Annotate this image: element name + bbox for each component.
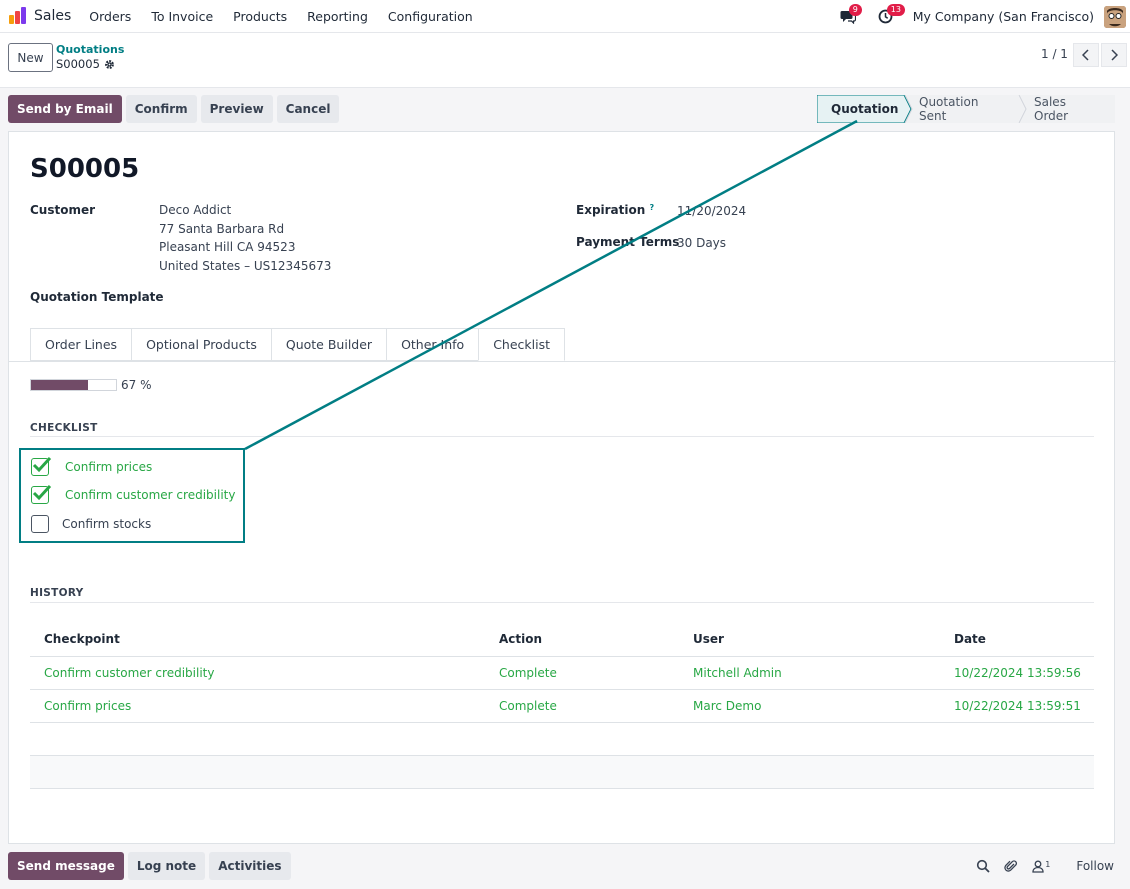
messages-badge: 9 — [848, 3, 862, 16]
history-divider — [30, 602, 1094, 603]
pager-next-button[interactable] — [1101, 43, 1127, 67]
history-header-row: Checkpoint Action User Date — [30, 622, 1094, 657]
cell-user: Marc Demo — [679, 689, 940, 723]
expiration-label: Expiration ? — [576, 203, 654, 217]
followers-button[interactable]: 1 — [1032, 860, 1050, 873]
activities-badge: 13 — [886, 3, 905, 16]
progress-text: 67 % — [121, 378, 152, 392]
customer-name: Deco Addict — [159, 203, 232, 217]
chevron-left-icon — [1082, 49, 1089, 61]
column-action[interactable]: Action — [485, 622, 679, 657]
new-button[interactable]: New — [8, 43, 53, 72]
cell-checkpoint: Confirm customer credibility — [30, 656, 485, 690]
top-navbar: Sales Orders To Invoice Products Reporti… — [0, 0, 1130, 33]
cell-user: Mitchell Admin — [679, 656, 940, 690]
send-message-button[interactable]: Send message — [8, 852, 124, 880]
customer-city: Pleasant Hill CA 94523 — [159, 240, 296, 255]
activities-button[interactable]: 13 — [875, 3, 905, 28]
cancel-button[interactable]: Cancel — [276, 95, 340, 123]
column-checkpoint[interactable]: Checkpoint — [30, 622, 485, 657]
breadcrumb-current-label: S00005 — [56, 57, 100, 71]
table-row[interactable]: Confirm prices Complete Marc Demo 10/22/… — [30, 689, 1094, 723]
chatter-buttons: Send message Log note Activities — [8, 852, 291, 880]
expiration-label-text: Expiration — [576, 203, 646, 217]
nav-reporting[interactable]: Reporting — [307, 9, 368, 24]
app-name[interactable]: Sales — [34, 8, 71, 24]
column-user[interactable]: User — [679, 622, 940, 657]
table-row[interactable]: Confirm customer credibility Complete Mi… — [30, 656, 1094, 690]
customer-street: 77 Santa Barbara Rd — [159, 221, 285, 236]
send-by-email-button[interactable]: Send by Email — [8, 95, 122, 123]
customer-country: United States – US12345673 — [159, 258, 332, 273]
chevron-right-icon — [1111, 49, 1118, 61]
history-table: Checkpoint Action User Date Confirm cust… — [30, 622, 1094, 789]
column-date[interactable]: Date — [940, 622, 1094, 657]
empty-row — [30, 722, 1094, 756]
cell-checkpoint: Confirm prices — [30, 689, 485, 723]
checklist-progress-bar — [30, 379, 117, 391]
user-avatar[interactable] — [1104, 5, 1126, 28]
cell-date: 10/22/2024 13:59:56 — [940, 656, 1094, 690]
checklist-divider — [30, 436, 1094, 437]
messages-button[interactable]: 9 — [837, 3, 862, 28]
nav-products[interactable]: Products — [233, 9, 287, 24]
pager-previous-button[interactable] — [1073, 43, 1099, 67]
tab-quote-builder[interactable]: Quote Builder — [270, 328, 387, 361]
quotation-template-label: Quotation Template — [30, 290, 164, 304]
preview-button[interactable]: Preview — [200, 95, 273, 123]
tab-checklist[interactable]: Checklist — [478, 328, 565, 361]
log-note-button[interactable]: Log note — [127, 852, 206, 880]
customer-field[interactable]: Deco Addict 77 Santa Barbara Rd Pleasant… — [159, 201, 331, 275]
nav-orders[interactable]: Orders — [89, 9, 131, 24]
stage-sales-order[interactable]: Sales Order — [1034, 95, 1068, 123]
tab-other-info[interactable]: Other Info — [386, 328, 479, 361]
empty-row — [30, 755, 1094, 789]
breadcrumb-current: S00005 — [56, 57, 115, 71]
gear-icon[interactable] — [104, 59, 115, 70]
control-panel: New Quotations S00005 1 / 1 — [0, 33, 1130, 88]
cell-action: Complete — [485, 689, 679, 723]
sales-app-icon[interactable] — [8, 6, 28, 26]
action-buttons: Send by Email Confirm Preview Cancel — [8, 95, 340, 123]
help-icon[interactable]: ? — [649, 203, 654, 212]
nav-to-invoice[interactable]: To Invoice — [151, 9, 213, 24]
tab-order-lines[interactable]: Order Lines — [30, 328, 132, 361]
user-icon — [1032, 860, 1044, 873]
breadcrumb-quotations[interactable]: Quotations — [56, 43, 124, 56]
history-section-title: HISTORY — [30, 587, 84, 599]
payment-terms-label: Payment Terms — [576, 235, 680, 249]
notebook-tabs: Order Lines Optional Products Quote Buil… — [30, 328, 565, 361]
progress-fill — [31, 380, 88, 390]
cell-action: Complete — [485, 656, 679, 690]
annotation-highlight-box — [19, 448, 245, 543]
search-icon[interactable] — [976, 859, 990, 873]
checklist-section-title: CHECKLIST — [30, 422, 98, 434]
activities-button[interactable]: Activities — [209, 852, 291, 880]
stage-quotation-sent[interactable]: Quotation Sent — [919, 95, 978, 123]
customer-label: Customer — [30, 203, 96, 217]
confirm-button[interactable]: Confirm — [125, 95, 197, 123]
tabs-divider — [9, 361, 1116, 362]
nav-configuration[interactable]: Configuration — [388, 9, 473, 24]
tab-optional-products[interactable]: Optional Products — [131, 328, 271, 361]
company-switcher[interactable]: My Company (San Francisco) — [913, 9, 1094, 24]
record-title: S00005 — [30, 154, 140, 184]
chatter-topbar-right: 1 Follow — [976, 852, 1114, 880]
pager-value[interactable]: 1 / 1 — [1041, 47, 1068, 61]
payment-terms-value[interactable]: 30 Days — [677, 234, 726, 253]
followers-count: 1 — [1045, 859, 1051, 869]
expiration-value[interactable]: 11/20/2024 — [677, 202, 746, 221]
stage-quotation[interactable]: Quotation — [831, 95, 898, 123]
cell-date: 10/22/2024 13:59:51 — [940, 689, 1094, 723]
paperclip-icon[interactable] — [1004, 859, 1018, 873]
follow-button[interactable]: Follow — [1076, 859, 1114, 873]
